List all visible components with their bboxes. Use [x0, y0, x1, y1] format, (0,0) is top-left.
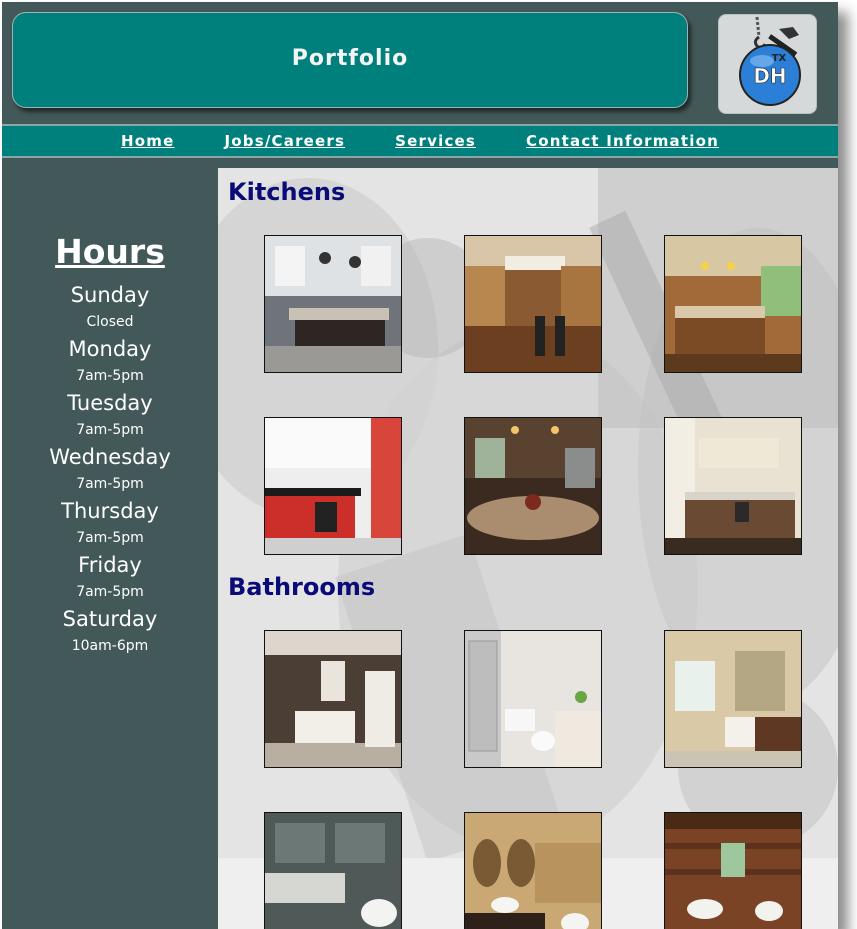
hours-sidebar: Hours Sunday Closed Monday 7am-5pm Tuesd… — [2, 160, 218, 929]
day-name: Sunday — [70, 283, 150, 307]
logo[interactable]: DH TX — [718, 14, 817, 114]
nav-link-home[interactable]: Home — [121, 132, 174, 150]
hours-thursday: Thursday 7am-5pm — [2, 495, 218, 549]
nav-link-contact-information[interactable]: Contact Information — [526, 132, 719, 150]
kitchen-photo-4[interactable] — [264, 417, 402, 555]
hours-monday: Monday 7am-5pm — [2, 333, 218, 387]
day-hours: 7am-5pm — [76, 584, 144, 600]
kitchen-photo-6[interactable] — [664, 417, 802, 555]
day-name: Tuesday — [67, 391, 153, 415]
kitchen-photo-5[interactable] — [464, 417, 602, 555]
hours-tuesday: Tuesday 7am-5pm — [2, 387, 218, 441]
day-hours: 10am-6pm — [71, 638, 149, 654]
main-navigation: Home Jobs/Careers Services Contact Infor… — [2, 124, 838, 158]
day-name: Friday — [78, 553, 142, 577]
hours-sunday: Sunday Closed — [2, 279, 218, 333]
kitchen-photo-3[interactable] — [664, 235, 802, 373]
hours-saturday: Saturday 10am-6pm — [2, 603, 218, 657]
bathroom-photo-1[interactable] — [264, 630, 402, 768]
page-title: Portfolio — [291, 45, 409, 71]
day-hours: Closed — [86, 314, 134, 330]
nav-link-services[interactable]: Services — [395, 132, 476, 150]
bathrooms-heading: Bathrooms — [228, 573, 376, 601]
hours-wednesday: Wednesday 7am-5pm — [2, 441, 218, 495]
day-name: Thursday — [61, 499, 159, 523]
header-banner: Portfolio — [12, 12, 688, 108]
day-hours: 7am-5pm — [76, 476, 144, 492]
bathroom-photo-3[interactable] — [664, 630, 802, 768]
page-frame: Portfolio DH TX Home Jobs/Careers Servic… — [2, 2, 838, 929]
svg-text:TX: TX — [772, 53, 787, 64]
day-hours: 7am-5pm — [76, 368, 144, 384]
hours-heading: Hours — [55, 232, 165, 271]
logo-icon: DH TX — [739, 16, 801, 106]
kitchen-photo-2[interactable] — [464, 235, 602, 373]
bathroom-photo-6[interactable] — [664, 812, 802, 929]
portfolio-content: Kitchens Bathrooms — [218, 168, 838, 929]
svg-text:DH: DH — [753, 64, 786, 88]
day-name: Wednesday — [49, 445, 171, 469]
day-name: Saturday — [62, 607, 158, 631]
kitchen-photo-1[interactable] — [264, 235, 402, 373]
day-hours: 7am-5pm — [76, 422, 144, 438]
hours-friday: Friday 7am-5pm — [2, 549, 218, 603]
day-hours: 7am-5pm — [76, 530, 144, 546]
bathroom-photo-2[interactable] — [464, 630, 602, 768]
bathroom-photo-5[interactable] — [464, 812, 602, 929]
bathroom-photo-4[interactable] — [264, 812, 402, 929]
day-name: Monday — [68, 337, 152, 361]
kitchens-heading: Kitchens — [228, 178, 346, 206]
nav-link-jobs-careers[interactable]: Jobs/Careers — [225, 132, 346, 150]
